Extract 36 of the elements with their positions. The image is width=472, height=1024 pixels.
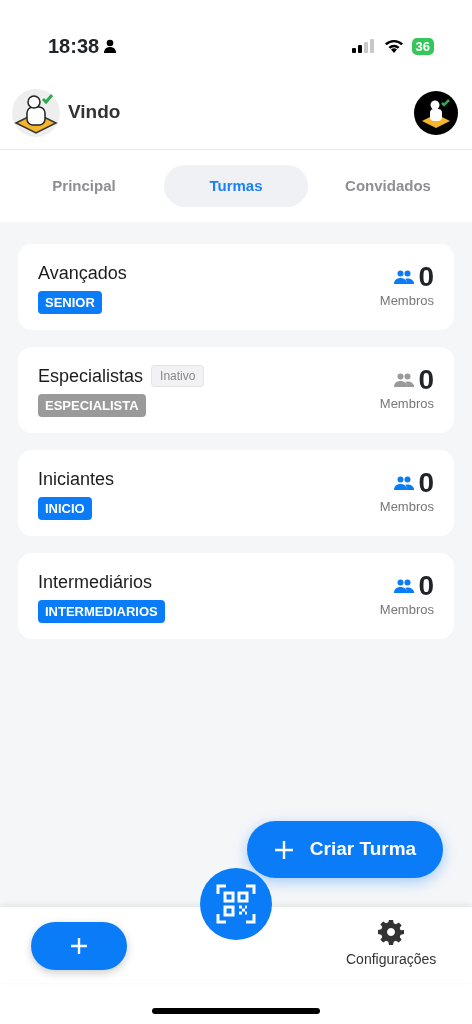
group-name: Iniciantes	[38, 467, 115, 491]
member-count: 0	[418, 572, 434, 601]
group-name: Especialistas	[38, 364, 144, 388]
person-icon	[103, 39, 118, 53]
level-tag: INTERMEDIARIOS	[38, 599, 165, 624]
member-count: 0	[418, 469, 434, 498]
group-card[interactable]: Iniciantes INICIO 0 Membros	[18, 450, 454, 536]
level-tag: INICIO	[38, 496, 92, 521]
plus-icon	[273, 839, 294, 860]
members-label: Membros	[379, 395, 434, 414]
group-card[interactable]: Avançados SENIOR 0 Membros	[18, 244, 454, 330]
create-group-button[interactable]: Criar Turma	[247, 821, 443, 878]
level-tag: ESPECIALISTA	[38, 393, 146, 418]
level-tag: SENIOR	[38, 290, 102, 315]
status-badge: Inativo	[151, 365, 205, 388]
members-label: Membros	[379, 292, 434, 311]
app-title: Vindo	[68, 100, 121, 125]
wifi-icon	[383, 39, 404, 53]
members-label: Membros	[379, 601, 434, 620]
clock-time: 18:38	[48, 34, 100, 59]
group-name: Avançados	[38, 261, 127, 285]
plus-icon	[69, 936, 89, 956]
signal-icon	[351, 39, 376, 53]
settings-icon	[378, 919, 405, 945]
logo-icon	[12, 88, 60, 137]
battery-level: 36	[411, 37, 434, 55]
members-label: Membros	[379, 498, 434, 517]
group-name: Intermediários	[38, 570, 153, 594]
group-card[interactable]: Especialistas Inativo ESPECIALISTA 0 Membros	[18, 347, 454, 433]
settings-tab[interactable]: Configurações	[340, 918, 443, 971]
add-button[interactable]	[31, 922, 127, 970]
qr-code-icon	[216, 884, 256, 924]
profile-avatar[interactable]	[414, 90, 458, 135]
member-count: 0	[418, 263, 434, 292]
member-count: 0	[418, 366, 434, 395]
group-card[interactable]: Intermediários INTERMEDIARIOS 0 Membros	[18, 553, 454, 639]
